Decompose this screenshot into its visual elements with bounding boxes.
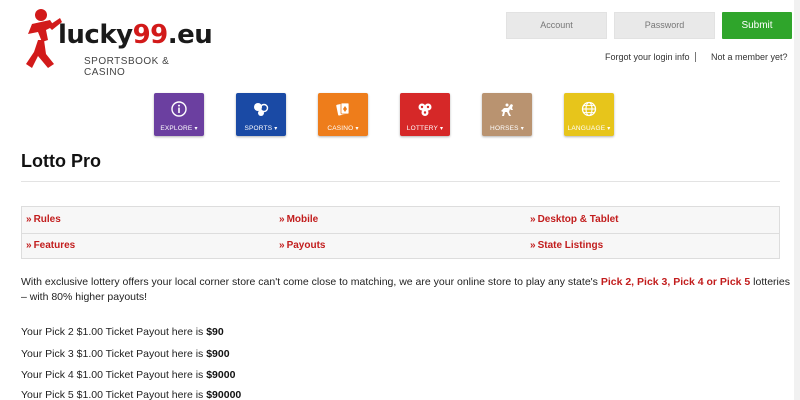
chevron-down-icon: ▾ [607, 126, 611, 132]
nav-tile-horses[interactable]: HORSES ▾ [482, 93, 532, 136]
site-logo[interactable]: lucky99.eu SPORTSBOOK & CASINO [24, 6, 213, 78]
nav-tile-explore[interactable]: EXPLORE ▾ [154, 93, 204, 136]
nav-label-horses: HORSES [490, 125, 519, 132]
chevron-down-icon: ▾ [520, 126, 524, 132]
not-member-link[interactable]: Not a member yet? [711, 52, 788, 62]
chevron-down-icon: ▾ [355, 126, 359, 132]
forgot-login-link[interactable]: Forgot your login info [605, 52, 690, 62]
link-features[interactable]: » Features [26, 240, 75, 251]
intro-paragraph: With exclusive lottery offers your local… [21, 276, 790, 303]
payout-line-pick3: Your Pick 3 $1.00 Ticket Payout here is … [21, 348, 230, 360]
sports-balls-icon [254, 103, 269, 116]
nav-label-casino: CASINO [327, 125, 354, 132]
page-scrollbar[interactable] [794, 0, 800, 400]
nav-tile-casino[interactable]: CASINO ▾ [318, 93, 368, 136]
nav-label-explore: EXPLORE [160, 125, 193, 132]
info-icon [171, 101, 187, 117]
nav-label-sports: SPORTS [244, 125, 273, 132]
nav-tile-language[interactable]: LANGUAGE ▾ [564, 93, 614, 136]
table-row-divider [22, 233, 779, 234]
password-input[interactable]: Password [614, 12, 715, 39]
chevron-down-icon: ▾ [194, 126, 198, 132]
link-mobile[interactable]: » Mobile [279, 214, 318, 225]
link-separator [695, 52, 696, 62]
pick-games-highlight[interactable]: Pick 2, Pick 3, Pick 4 or Pick 5 [601, 276, 750, 288]
payout-line-pick2: Your Pick 2 $1.00 Ticket Payout here is … [21, 326, 224, 338]
horse-icon [501, 103, 513, 116]
nav-label-lottery: LOTTERY [406, 125, 438, 132]
page-title: Lotto Pro [21, 151, 101, 171]
lottery-balls-icon [418, 103, 432, 116]
link-rules[interactable]: » Rules [26, 214, 61, 225]
payout-line-pick4: Your Pick 4 $1.00 Ticket Payout here is … [21, 369, 236, 381]
section-links-table: » Rules » Mobile » Desktop & Tablet » Featur… [21, 206, 780, 259]
logo-tagline: SPORTSBOOK & CASINO [84, 56, 170, 78]
submit-button[interactable]: Submit [722, 12, 792, 39]
title-divider [21, 181, 780, 182]
chevron-down-icon: ▾ [439, 126, 444, 132]
payout-line-pick5: Your Pick 5 $1.00 Ticket Payout here is … [21, 389, 242, 400]
link-state-listings[interactable]: » State Listings [530, 240, 603, 251]
link-payouts[interactable]: » Payouts [279, 240, 325, 251]
logo-wordmark: lucky99.eu [58, 20, 213, 50]
cards-icon [336, 102, 350, 116]
globe-icon [581, 101, 597, 117]
nav-tile-lottery[interactable]: LOTTERY ▾ [400, 93, 450, 136]
chevron-down-icon: ▾ [274, 126, 278, 132]
link-desktop-tablet[interactable]: » Desktop & Tablet [530, 214, 619, 225]
nav-tile-sports[interactable]: SPORTS ▾ [236, 93, 286, 136]
account-input[interactable]: Account [506, 12, 607, 39]
nav-label-language: LANGUAGE [567, 125, 606, 132]
